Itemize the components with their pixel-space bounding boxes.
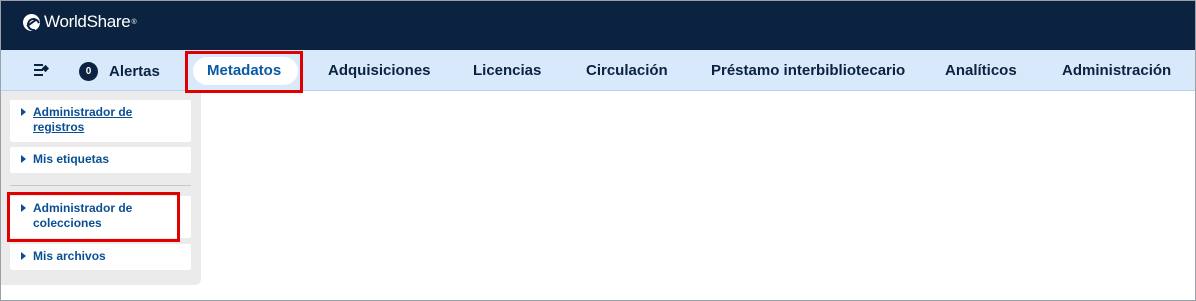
tab-label: Adquisiciones [328, 62, 431, 79]
tab-label: Metadatos [207, 62, 282, 79]
caret-right-icon [21, 108, 26, 116]
main-navigation: 0 Alertas Metadatos Adquisiciones Licenc… [1, 50, 1195, 91]
tab-prestamo-interbibliotecario[interactable]: Préstamo interbibliotecario [711, 50, 905, 91]
sidebar-item-administrador-de-colecciones[interactable]: Administrador de colecciones [10, 196, 191, 238]
tab-adquisiciones[interactable]: Adquisiciones [328, 50, 431, 91]
tab-label: Analíticos [945, 62, 1017, 79]
tab-circulacion[interactable]: Circulación [586, 50, 668, 91]
sidebar-item-administrador-de-registros[interactable]: Administrador de registros [10, 100, 191, 142]
caret-right-icon [21, 252, 26, 260]
caret-right-icon [21, 155, 26, 163]
sidebar: Administrador de registros Mis etiquetas… [1, 91, 201, 285]
tab-analiticos[interactable]: Analíticos [945, 50, 1017, 91]
sidebar-item-mis-archivos[interactable]: Mis archivos [10, 244, 191, 270]
tab-metadatos[interactable]: Metadatos [188, 50, 303, 91]
collapse-menu-icon[interactable] [34, 64, 50, 76]
top-header: WorldShare ® [1, 1, 1195, 50]
tab-label: Administración [1062, 62, 1172, 79]
alerts-button[interactable]: 0 Alertas [79, 61, 160, 81]
sidebar-item-label: Administrador de colecciones [33, 201, 133, 230]
tab-label: Circulación [586, 62, 668, 79]
alerts-count-badge: 0 [79, 61, 98, 81]
brand[interactable]: WorldShare ® [23, 11, 137, 33]
brand-name: WorldShare [44, 12, 131, 31]
tab-label: Préstamo interbibliotecario [711, 62, 906, 79]
sidebar-item-mis-etiquetas[interactable]: Mis etiquetas [10, 147, 191, 173]
trademark-mark: ® [131, 18, 137, 26]
tab-label: Licencias [473, 62, 542, 79]
app-window: WorldShare ® 0 Alertas Metadatos Adquisi… [0, 0, 1196, 301]
caret-right-icon [21, 204, 26, 212]
tab-licencias[interactable]: Licencias [473, 50, 541, 91]
sidebar-item-label: Administrador de registros [33, 105, 133, 134]
alerts-label: Alertas [109, 62, 160, 80]
tab-administracion[interactable]: Administración [1062, 50, 1171, 91]
worldshare-logo-icon [23, 13, 40, 31]
sidebar-item-label: Mis archivos [33, 249, 106, 263]
sidebar-divider [10, 185, 191, 186]
sidebar-item-label: Mis etiquetas [33, 152, 110, 166]
